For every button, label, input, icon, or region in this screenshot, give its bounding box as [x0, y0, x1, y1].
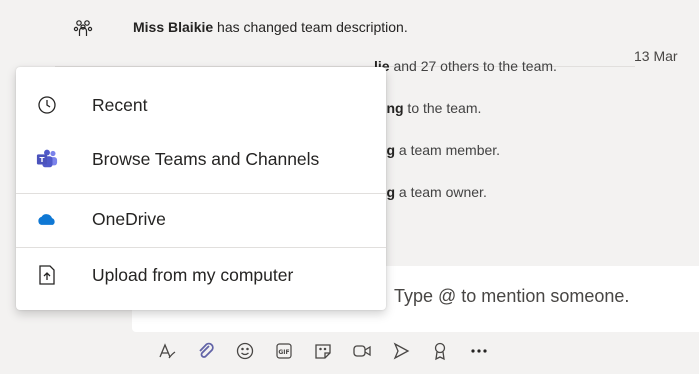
- teams-icon: T: [36, 148, 58, 170]
- date-label: 13 Mar: [634, 48, 678, 64]
- feed-text: and 27 others to the team.: [389, 58, 557, 74]
- menu-item-label: OneDrive: [92, 208, 166, 229]
- upload-icon: [36, 264, 58, 286]
- format-icon[interactable]: [154, 338, 180, 364]
- svg-text:T: T: [39, 155, 44, 164]
- attach-icon[interactable]: [193, 338, 219, 364]
- menu-item-browse-teams[interactable]: T Browse Teams and Channels: [16, 133, 386, 185]
- attach-menu: Recent T Browse Teams and Channels OneDr…: [16, 67, 386, 310]
- feed-item-description-change: Miss Blaikie has changed team descriptio…: [133, 19, 408, 35]
- more-options-icon[interactable]: [466, 338, 492, 364]
- team-members-icon: [73, 20, 93, 36]
- menu-item-label: Recent: [92, 94, 148, 115]
- meet-now-icon[interactable]: [349, 338, 375, 364]
- feed-item-member: ing a team member.: [374, 142, 500, 158]
- feed-text: to the team.: [403, 100, 482, 116]
- feed-text: a team member.: [395, 142, 501, 158]
- menu-item-onedrive[interactable]: OneDrive: [16, 193, 386, 245]
- feed-text: a team owner.: [395, 184, 487, 200]
- feed-actor: Miss Blaikie: [133, 19, 214, 35]
- praise-icon[interactable]: [427, 338, 453, 364]
- menu-item-label: Browse Teams and Channels: [92, 148, 320, 169]
- stream-icon[interactable]: [388, 338, 414, 364]
- menu-item-recent[interactable]: Recent: [16, 79, 386, 131]
- compose-placeholder: Type @ to mention someone.: [394, 286, 630, 306]
- menu-item-label: Upload from my computer: [92, 264, 294, 285]
- clock-icon: [36, 94, 58, 116]
- svg-text:GIF: GIF: [278, 349, 289, 356]
- sticker-icon[interactable]: [310, 338, 336, 364]
- feed-text: has changed team description.: [213, 19, 408, 35]
- feed-item-owner: ing a team owner.: [374, 184, 487, 200]
- feed-item-added: lie and 27 others to the team.: [374, 58, 557, 74]
- menu-item-upload[interactable]: Upload from my computer: [16, 249, 386, 301]
- feed-item-joined: ning to the team.: [374, 100, 481, 116]
- gif-icon[interactable]: GIF: [271, 338, 297, 364]
- emoji-icon[interactable]: [232, 338, 258, 364]
- onedrive-icon: [36, 208, 58, 230]
- menu-divider: [16, 247, 386, 248]
